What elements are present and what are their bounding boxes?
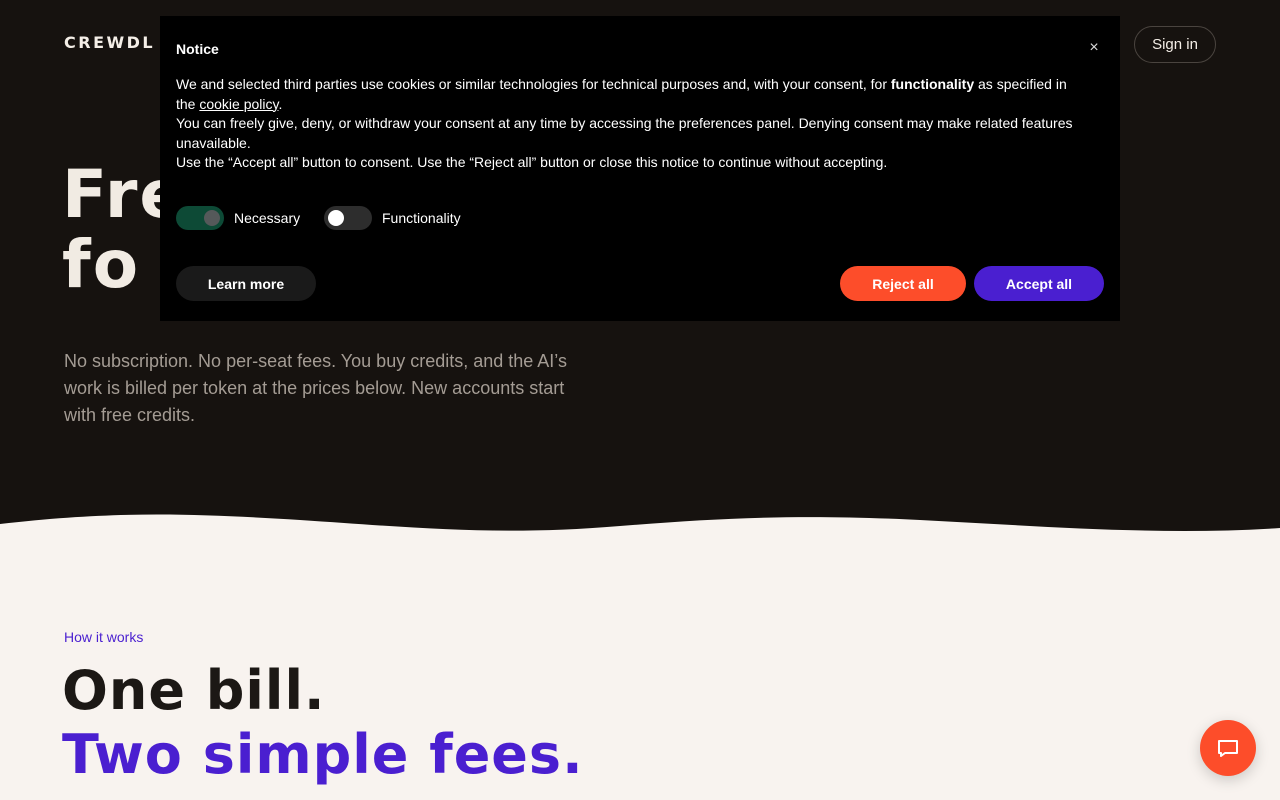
toggle-knob [328, 210, 344, 226]
necessary-toggle-switch[interactable] [176, 206, 224, 230]
toggle-functionality: Functionality [324, 206, 461, 230]
wave-divider [0, 514, 1280, 560]
notice-body: We and selected third parties use cookie… [176, 75, 1076, 173]
learn-more-button[interactable]: Learn more [176, 266, 316, 301]
accept-all-button[interactable]: Accept all [974, 266, 1104, 301]
chat-button[interactable] [1200, 720, 1256, 776]
section-heading-line1: One bill. [62, 659, 326, 722]
toggle-knob [204, 210, 220, 226]
toggle-label: Functionality [382, 210, 461, 226]
notice-text: . [278, 95, 283, 112]
notice-paragraph-2: You can freely give, deny, or withdraw y… [176, 115, 1073, 151]
notice-text: We and selected third parties use cookie… [176, 76, 891, 92]
cookie-policy-link[interactable]: cookie policy [199, 96, 278, 112]
notice-paragraph-1: We and selected third parties use cookie… [176, 75, 1076, 114]
section-heading-line2: Two simple fees. [62, 723, 584, 786]
functionality-toggle-switch[interactable] [324, 206, 372, 230]
hero-subtitle: No subscription. No per-seat fees. You b… [64, 351, 567, 425]
chat-bubble-icon [1218, 740, 1238, 757]
close-icon[interactable]: × [1084, 38, 1104, 58]
toggle-label: Necessary [234, 210, 301, 226]
toggle-necessary: Necessary [176, 206, 300, 230]
notice-title: Notice [176, 41, 219, 57]
notice-paragraph-3: Use the “Accept all” button to consent. … [176, 154, 888, 170]
cookie-notice: Notice × We and selected third parties u… [160, 16, 1120, 321]
section-eyebrow: How it works [64, 629, 144, 645]
sign-in-button[interactable]: Sign in [1134, 26, 1216, 63]
hero-title-line2: fo [62, 226, 141, 303]
reject-all-button[interactable]: Reject all [840, 266, 966, 301]
brand-logo[interactable]: CREWDL [64, 33, 155, 52]
notice-bold-text: functionality [890, 76, 975, 92]
